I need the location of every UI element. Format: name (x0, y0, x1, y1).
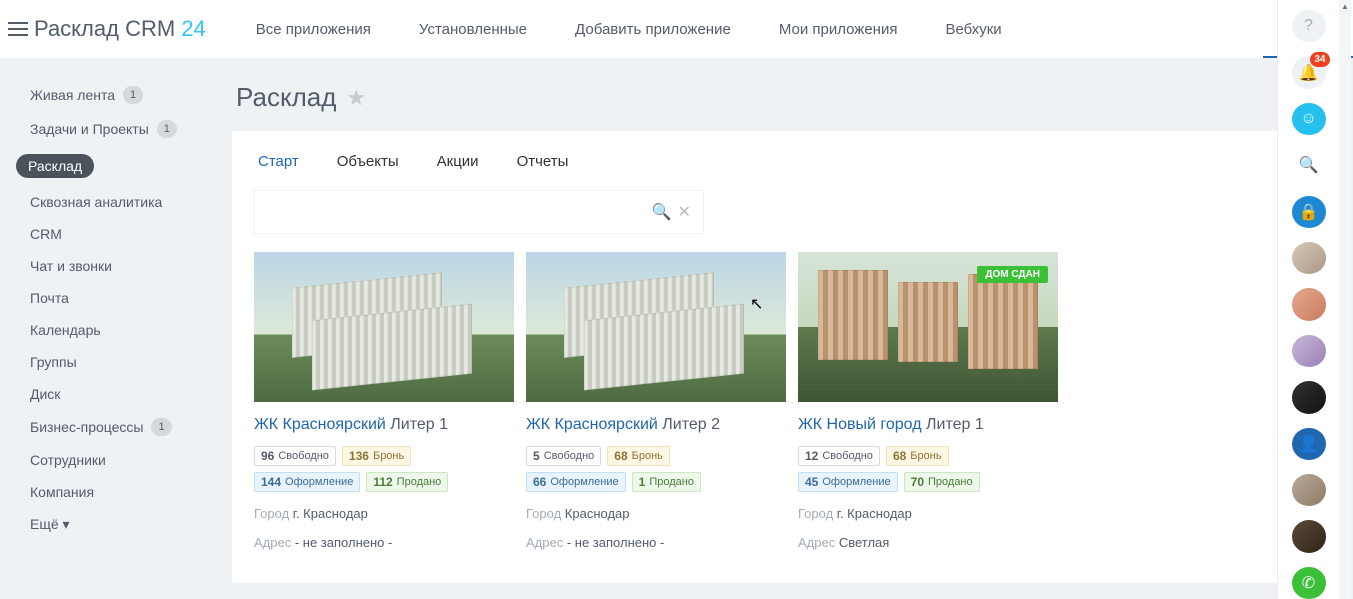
card[interactable]: ЖК Красноярский Литер 2 5Свободно 68Брон… (526, 252, 786, 550)
sidebar-item-analytics[interactable]: Сквозная аналитика (0, 186, 232, 218)
rightrail: ? 🔔34 ☺ 🔍 🔒 👤 ✆ (1277, 0, 1339, 599)
card-subtitle: Литер 1 (390, 416, 448, 433)
sidebar-more[interactable]: Ещё ▾ (0, 508, 232, 541)
card-image (254, 252, 514, 402)
stat-sold: 70Продано (904, 472, 980, 492)
topbar: Расклад CRM 24 Все приложения Установлен… (0, 0, 1353, 58)
notif-badge: 34 (1310, 52, 1329, 67)
sidebar-item-bp[interactable]: Бизнес-процессы1 (0, 410, 232, 444)
help-icon[interactable]: ? (1292, 10, 1326, 42)
sidebar-item-calendar[interactable]: Календарь (0, 314, 232, 346)
card-title: ЖК Красноярский (526, 416, 658, 433)
card-title: ЖК Новый город (798, 416, 922, 433)
stat-free: 96Свободно (254, 446, 336, 466)
sidebar-item-rasklad[interactable]: Расклад (0, 146, 232, 186)
rail-search-icon[interactable]: 🔍 (1292, 149, 1326, 181)
topnav: Все приложения Установленные Добавить пр… (232, 0, 1353, 58)
bot-icon[interactable]: ☺ (1292, 103, 1326, 135)
card[interactable]: ЖК Красноярский Литер 1 96Свободно 136Бр… (254, 252, 514, 550)
topnav-add-app[interactable]: Добавить приложение (551, 0, 755, 58)
topnav-installed[interactable]: Установленные (395, 0, 551, 58)
card-title: ЖК Красноярский (254, 416, 386, 433)
sidebar-item-employees[interactable]: Сотрудники (0, 444, 232, 476)
brand-suffix: 24 (181, 16, 205, 41)
phone-icon[interactable]: ✆ (1292, 567, 1326, 599)
cards: ЖК Красноярский Литер 1 96Свободно 136Бр… (232, 252, 1339, 550)
stat-sold: 1Продано (632, 472, 701, 492)
tab-reports[interactable]: Отчеты (517, 153, 569, 170)
search-input[interactable] (267, 204, 646, 220)
star-icon[interactable]: ★ (346, 85, 366, 111)
badge: 1 (157, 120, 177, 138)
topnav-webhooks[interactable]: Вебхуки (921, 0, 1025, 58)
avatar[interactable] (1292, 474, 1326, 506)
main: Расклад ★ Старт Объекты Акции Отчеты ⚙ 🔍… (232, 58, 1353, 599)
card-subtitle: Литер 1 (926, 416, 984, 433)
sidebar-item-mail[interactable]: Почта (0, 282, 232, 314)
sidebar-item-groups[interactable]: Группы (0, 346, 232, 378)
topnav-all-apps[interactable]: Все приложения (232, 0, 395, 58)
scroll-up-icon[interactable]: ▲ (1341, 2, 1349, 10)
avatar[interactable] (1292, 335, 1326, 367)
search-box: 🔍 ✕ (254, 190, 704, 234)
badge: 1 (123, 86, 143, 104)
sidebar: Живая лента1 Задачи и Проекты1 Расклад С… (0, 58, 232, 599)
tab-objects[interactable]: Объекты (337, 153, 399, 170)
page-title: Расклад (236, 82, 336, 113)
stat-free: 12Свободно (798, 446, 880, 466)
avatar[interactable] (1292, 288, 1326, 320)
lock-icon[interactable]: 🔒 (1292, 196, 1326, 228)
chevron-down-icon: ▾ (63, 516, 70, 532)
topnav-my-apps[interactable]: Мои приложения (755, 0, 922, 58)
avatar[interactable] (1292, 520, 1326, 552)
tab-actions[interactable]: Акции (437, 153, 479, 170)
avatar[interactable] (1292, 242, 1326, 274)
sidebar-item-disk[interactable]: Диск (0, 378, 232, 410)
user-icon[interactable]: 👤 (1292, 428, 1326, 460)
brand: Расклад CRM 24 (34, 16, 206, 42)
avatar[interactable] (1292, 381, 1326, 413)
ribbon: ДОМ СДАН (977, 266, 1048, 283)
search-icon[interactable]: 🔍 (652, 202, 672, 222)
sidebar-item-company[interactable]: Компания (0, 476, 232, 508)
stat-free: 5Свободно (526, 446, 601, 466)
window-scrollbar[interactable]: ▲ (1339, 0, 1351, 599)
sidebar-item-crm[interactable]: CRM (0, 218, 232, 250)
sidebar-item-tasks[interactable]: Задачи и Проекты1 (0, 112, 232, 146)
hamburger-icon[interactable] (8, 22, 28, 36)
card-image: ДОМ СДАН (798, 252, 1058, 402)
card-subtitle: Литер 2 (662, 416, 720, 433)
brand-name: Расклад CRM (34, 16, 175, 41)
stat-sold: 112Продано (366, 472, 448, 492)
stat-proc: 45Оформление (798, 472, 898, 492)
clear-icon[interactable]: ✕ (678, 202, 691, 222)
bell-icon[interactable]: 🔔34 (1292, 56, 1326, 88)
stat-hold: 136Бронь (342, 446, 411, 466)
panel: Старт Объекты Акции Отчеты ⚙ 🔍 ✕ ЖК Крас… (232, 131, 1339, 583)
sidebar-item-chat[interactable]: Чат и звонки (0, 250, 232, 282)
badge: 1 (151, 418, 171, 436)
card[interactable]: ДОМ СДАН ЖК Новый город Литер 1 12Свобод… (798, 252, 1058, 550)
sidebar-item-feed[interactable]: Живая лента1 (0, 78, 232, 112)
card-image (526, 252, 786, 402)
stat-proc: 66Оформление (526, 472, 626, 492)
stat-hold: 68Бронь (607, 446, 670, 466)
stat-proc: 144Оформление (254, 472, 360, 492)
tabs: Старт Объекты Акции Отчеты ⚙ (232, 151, 1339, 190)
stat-hold: 68Бронь (886, 446, 949, 466)
tab-start[interactable]: Старт (258, 153, 299, 170)
